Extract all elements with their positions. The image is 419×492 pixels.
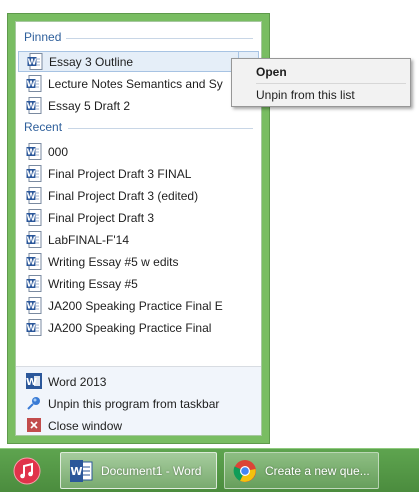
jump-list-panel: Pinned W Essay 3 Outline W Lecture Notes…: [15, 21, 262, 436]
pin-icon: [26, 395, 42, 412]
word-doc-icon: W: [26, 187, 42, 204]
svg-text:W: W: [26, 377, 37, 388]
recent-item[interactable]: W Writing Essay #5: [18, 273, 259, 294]
tasks-section: W Word 2013 Unpin this program from task…: [16, 367, 261, 435]
recent-heading-label: Recent: [24, 120, 63, 134]
svg-text:W: W: [70, 465, 82, 478]
word-app-label: Word 2013: [48, 374, 107, 389]
recent-item-label: Final Project Draft 3 FINAL: [48, 166, 192, 181]
pinned-item[interactable]: W Essay 5 Draft 2: [18, 95, 259, 116]
recent-item-label: Final Project Draft 3: [48, 210, 155, 225]
recent-heading-rule: [68, 128, 253, 129]
pinned-section-heading: Pinned: [24, 30, 253, 46]
word-doc-icon: W: [26, 165, 42, 182]
svg-text:W: W: [27, 214, 36, 223]
pinned-item-label: Essay 5 Draft 2: [48, 98, 131, 113]
word-doc-icon: W: [26, 209, 42, 226]
svg-text:W: W: [27, 280, 36, 289]
recent-item[interactable]: W Final Project Draft 3 (edited): [18, 185, 259, 206]
word-app-icon: W: [26, 373, 42, 390]
close-window-label: Close window: [48, 418, 123, 433]
svg-text:W: W: [27, 80, 36, 89]
recent-item-label: LabFINAL-F'14: [48, 232, 129, 247]
word-doc-icon: W: [26, 253, 42, 270]
recent-item[interactable]: W 000: [18, 141, 259, 162]
context-menu-unpin[interactable]: Unpin from this list: [233, 84, 409, 106]
svg-text:W: W: [27, 324, 36, 333]
word-doc-icon: W: [26, 143, 42, 160]
context-menu-open[interactable]: Open: [233, 61, 409, 83]
word-doc-icon: W: [26, 319, 42, 336]
word-doc-icon: W: [26, 97, 42, 114]
unpin-program-label: Unpin this program from taskbar: [48, 396, 220, 411]
taskbar-chrome-label: Create a new que...: [265, 463, 370, 478]
word-doc-icon: W: [26, 297, 42, 314]
recent-item[interactable]: W JA200 Speaking Practice Final: [18, 317, 259, 338]
svg-text:W: W: [27, 302, 36, 311]
pinned-heading-label: Pinned: [24, 30, 62, 44]
pinned-heading-rule: [66, 38, 253, 39]
recent-section-heading: Recent: [24, 120, 253, 136]
taskbar: W Document1 - Word Create a new que...: [0, 448, 419, 492]
itunes-icon: [13, 457, 41, 484]
taskbar-chrome-button[interactable]: Create a new que...: [224, 452, 379, 489]
svg-text:W: W: [27, 236, 36, 245]
word-doc-icon: W: [26, 275, 42, 292]
word-doc-icon: W: [26, 75, 42, 92]
recent-item-label: Writing Essay #5 w edits: [48, 254, 179, 269]
svg-text:W: W: [27, 192, 36, 201]
context-menu: Open Unpin from this list: [231, 58, 411, 107]
close-window-item[interactable]: Close window: [18, 415, 259, 436]
pinned-item[interactable]: W Essay 3 Outline: [18, 51, 259, 72]
recent-item-label: 000: [48, 144, 69, 159]
recent-item[interactable]: W Final Project Draft 3 FINAL: [18, 163, 259, 184]
svg-text:W: W: [27, 148, 36, 157]
recent-item[interactable]: W JA200 Speaking Practice Final Edit: [18, 295, 259, 316]
chrome-icon: [233, 459, 256, 482]
word-app-item[interactable]: W Word 2013: [18, 371, 259, 392]
pinned-item-label: Essay 3 Outline: [49, 54, 134, 69]
svg-text:W: W: [27, 102, 36, 111]
word-doc-icon: W: [26, 231, 42, 248]
pinned-item-label: Lecture Notes Semantics and Syntax: [48, 76, 223, 91]
svg-text:W: W: [28, 58, 37, 67]
taskbar-word-label: Document1 - Word: [101, 463, 202, 478]
word-doc-icon: W: [27, 53, 43, 70]
unpin-program-item[interactable]: Unpin this program from taskbar: [18, 393, 259, 414]
word-app-icon: W: [70, 459, 93, 482]
close-icon: [26, 417, 42, 434]
svg-text:W: W: [27, 258, 36, 267]
taskbar-word-button[interactable]: W Document1 - Word: [60, 452, 217, 489]
recent-item-label: Writing Essay #5: [48, 276, 138, 291]
recent-item[interactable]: W LabFINAL-F'14: [18, 229, 259, 250]
recent-item-label: JA200 Speaking Practice Final Edit: [48, 298, 223, 313]
svg-text:W: W: [27, 170, 36, 179]
recent-item-label: JA200 Speaking Practice Final: [48, 320, 212, 335]
taskbar-itunes-button[interactable]: [3, 452, 50, 489]
recent-item[interactable]: W Writing Essay #5 w edits: [18, 251, 259, 272]
pinned-item[interactable]: W Lecture Notes Semantics and Syntax: [18, 73, 259, 94]
recent-item[interactable]: W Final Project Draft 3: [18, 207, 259, 228]
recent-item-label: Final Project Draft 3 (edited): [48, 188, 199, 203]
